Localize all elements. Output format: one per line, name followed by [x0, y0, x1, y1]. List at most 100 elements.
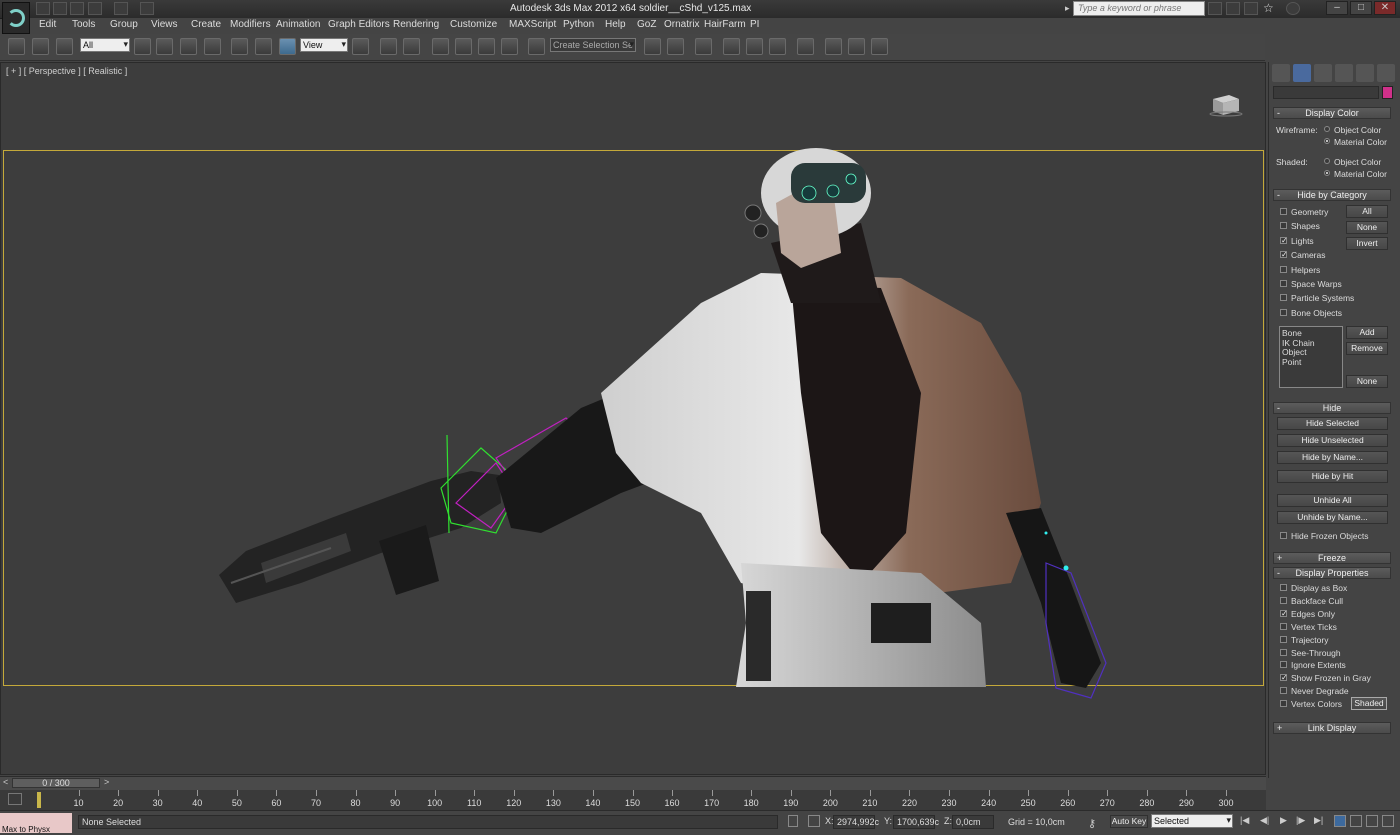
- open-file-icon[interactable]: [53, 2, 67, 15]
- rendered-frame-icon[interactable]: [848, 38, 865, 55]
- unhide-by-name-button[interactable]: Unhide by Name...: [1277, 511, 1388, 524]
- favorites-star-icon[interactable]: ☆: [1263, 1, 1274, 15]
- curve-editor-icon[interactable]: [746, 38, 763, 55]
- checkbox-vertex-ticks[interactable]: [1280, 622, 1287, 630]
- hide-by-hit-button[interactable]: Hide by Hit: [1277, 470, 1388, 483]
- app-logo-icon[interactable]: [2, 2, 30, 34]
- menu-ornatrix[interactable]: Ornatrix: [664, 19, 700, 30]
- menu-modifiers[interactable]: Modifiers: [230, 19, 271, 30]
- menu-tools[interactable]: Tools: [72, 19, 95, 30]
- window-crossing-icon[interactable]: [204, 38, 221, 55]
- select-object-icon[interactable]: [134, 38, 151, 55]
- category-all-button[interactable]: All: [1346, 205, 1388, 218]
- time-slider-thumb[interactable]: 0 / 300: [12, 778, 100, 788]
- help-search-input[interactable]: Type a keyword or phrase: [1073, 1, 1205, 16]
- snap-3d-icon[interactable]: [432, 38, 449, 55]
- layer-manager-icon[interactable]: [695, 38, 712, 55]
- checkbox-edges-only[interactable]: ✓: [1280, 609, 1288, 617]
- shaded-object-color-radio[interactable]: [1324, 158, 1330, 164]
- wireframe-object-color-radio[interactable]: [1324, 126, 1330, 132]
- hide-frozen-checkbox[interactable]: [1280, 532, 1287, 539]
- graphite-icon[interactable]: [723, 38, 740, 55]
- mini-curve-editor-icon[interactable]: [8, 793, 22, 805]
- menu-views[interactable]: Views: [151, 19, 178, 30]
- checkbox-never-degrade[interactable]: [1280, 687, 1287, 695]
- utilities-tab-icon[interactable]: [1377, 64, 1395, 82]
- checkbox-space-warps[interactable]: [1280, 280, 1287, 287]
- checkbox-geometry[interactable]: [1280, 208, 1287, 215]
- list-none-button[interactable]: None: [1346, 375, 1388, 388]
- checkbox-see-through[interactable]: [1280, 648, 1287, 656]
- named-selection-dropdown[interactable]: Create Selection Se: [550, 38, 636, 52]
- menu-group[interactable]: Group: [110, 19, 138, 30]
- minimize-icon[interactable]: –: [1326, 1, 1348, 15]
- new-file-icon[interactable]: [36, 2, 50, 15]
- checkbox-show-frozen-in-gray[interactable]: ✓: [1280, 674, 1288, 682]
- material-editor-icon[interactable]: [797, 38, 814, 55]
- hide-rollout[interactable]: - Hide: [1273, 402, 1391, 414]
- filter-list[interactable]: Bone IK Chain Object Point: [1279, 326, 1343, 388]
- link-icon[interactable]: [8, 38, 25, 55]
- menu-pi[interactable]: PI: [750, 19, 759, 30]
- select-by-name-icon[interactable]: [156, 38, 173, 55]
- display-color-rollout[interactable]: - Display Color: [1273, 107, 1391, 119]
- rect-region-icon[interactable]: [180, 38, 197, 55]
- move-icon[interactable]: [231, 38, 248, 55]
- time-prev-icon[interactable]: <: [3, 777, 8, 787]
- checkbox-ignore-extents[interactable]: [1280, 661, 1287, 669]
- hide-by-category-rollout[interactable]: - Hide by Category: [1273, 189, 1391, 201]
- project-folder-icon[interactable]: [140, 2, 154, 15]
- binoculars-search-icon[interactable]: [1208, 2, 1222, 15]
- undo-icon[interactable]: [88, 2, 102, 15]
- menu-graph-editors[interactable]: Graph Editors: [328, 19, 390, 30]
- display-tab-icon[interactable]: [1356, 64, 1374, 82]
- unlink-icon[interactable]: [32, 38, 49, 55]
- percent-snap-icon[interactable]: [478, 38, 495, 55]
- render-icon[interactable]: [871, 38, 888, 55]
- keyboard-shortcut-icon[interactable]: [403, 38, 420, 55]
- menu-customize[interactable]: Customize: [450, 19, 497, 30]
- render-setup-icon[interactable]: [825, 38, 842, 55]
- hierarchy-tab-icon[interactable]: [1314, 64, 1332, 82]
- maximize-viewport-icon[interactable]: [1382, 815, 1394, 827]
- mirror-icon[interactable]: [644, 38, 661, 55]
- list-item[interactable]: Point: [1282, 357, 1340, 368]
- select-manipulate-icon[interactable]: [380, 38, 397, 55]
- checkbox-lights[interactable]: ✓: [1280, 236, 1288, 244]
- shaded-material-color-radio[interactable]: [1324, 170, 1330, 176]
- checkbox-vertex-colors[interactable]: [1280, 700, 1287, 708]
- search-arrow-icon[interactable]: ▸: [1065, 3, 1070, 14]
- menu-edit[interactable]: Edit: [39, 19, 56, 30]
- list-remove-button[interactable]: Remove: [1346, 342, 1388, 355]
- checkbox-backface-cull[interactable]: [1280, 596, 1287, 604]
- z-coordinate-field[interactable]: 0,0cm: [952, 815, 994, 829]
- goto-end-icon[interactable]: ▶|: [1314, 815, 1323, 826]
- menu-python[interactable]: Python: [563, 19, 594, 30]
- align-icon[interactable]: [667, 38, 684, 55]
- menu-create[interactable]: Create: [191, 19, 221, 30]
- unhide-all-button[interactable]: Unhide All: [1277, 494, 1388, 507]
- auto-key-button[interactable]: Auto Key: [1110, 815, 1148, 828]
- menu-goz[interactable]: GoZ: [637, 19, 656, 30]
- close-icon[interactable]: ✕: [1374, 1, 1396, 15]
- reference-coord-dropdown[interactable]: View: [300, 38, 348, 52]
- modify-tab-icon[interactable]: [1293, 64, 1311, 82]
- next-frame-icon[interactable]: |▶: [1296, 815, 1305, 826]
- menu-maxscript[interactable]: MAXScript: [509, 19, 556, 30]
- menu-help[interactable]: Help: [605, 19, 626, 30]
- list-add-button[interactable]: Add: [1346, 326, 1388, 339]
- maxscript-listener[interactable]: Max to Physx: [0, 813, 72, 833]
- key-mode-toggle-icon[interactable]: [1334, 815, 1346, 827]
- display-properties-rollout[interactable]: - Display Properties: [1273, 567, 1391, 579]
- scale-icon[interactable]: [279, 38, 296, 55]
- lock-selection-icon[interactable]: [788, 815, 798, 827]
- wireframe-material-color-radio[interactable]: [1324, 138, 1330, 144]
- object-name-field[interactable]: [1273, 86, 1379, 99]
- checkbox-display-as-box[interactable]: [1280, 584, 1287, 591]
- selection-filter-dropdown[interactable]: All: [80, 38, 130, 52]
- list-item[interactable]: IK Chain Object: [1282, 338, 1340, 358]
- communication-center-icon[interactable]: [1244, 2, 1258, 15]
- goto-start-icon[interactable]: |◀: [1240, 815, 1249, 826]
- checkbox-shapes[interactable]: [1280, 222, 1287, 230]
- checkbox-helpers[interactable]: [1280, 265, 1287, 273]
